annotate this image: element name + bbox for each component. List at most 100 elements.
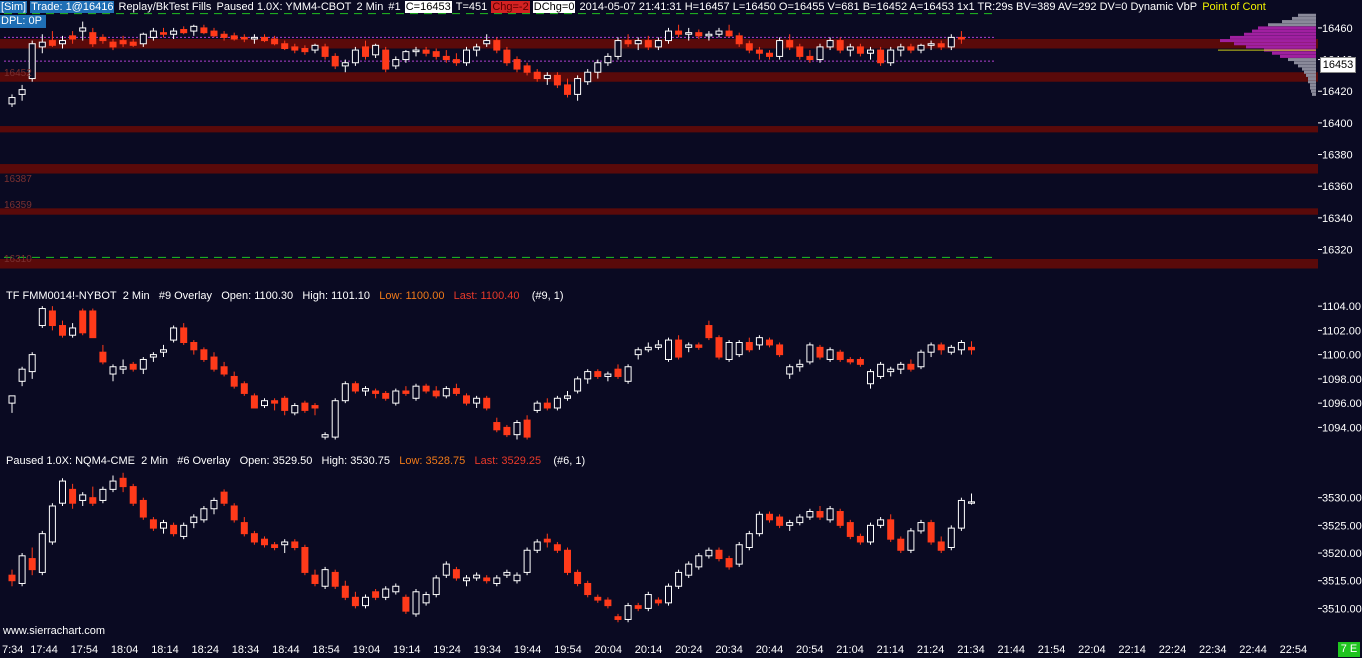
overlay-1-interval: 2 Min [122,290,150,302]
volume-profile-bar [1258,26,1316,30]
candle-body [341,62,349,67]
candle-body [432,51,440,57]
candle-body [887,368,895,373]
y-tick-label: 3515.00 [1322,576,1362,588]
candle-body [48,505,56,543]
x-tick-label: 18:34 [232,644,260,656]
candle-body [89,497,97,504]
candle-body [190,342,198,351]
x-tick-label: 21:54 [1038,644,1066,656]
candle-body [543,402,551,409]
candle-body [180,28,188,34]
candle-body [553,74,561,86]
candle-body [301,47,309,53]
candle-body [493,577,501,584]
candle-body [553,397,561,409]
volume-profile-bar [1312,92,1316,96]
volume-profile-bar [1298,64,1316,68]
candle-body [271,544,279,548]
x-tick-label: 20:34 [715,644,743,656]
candle-body [412,49,420,53]
candle-body [331,55,339,67]
sim-badge[interactable]: [Sim] [0,1,28,13]
overlay-1-open: Open: 1100.30 [221,290,294,302]
candle-body [856,535,864,543]
candle-body [564,395,571,399]
candle-body [594,62,602,73]
chart-canvas[interactable]: 1646016440164201640016380163601634016320… [0,0,1362,658]
volume-profile-bar [1244,32,1316,36]
candle-body [250,395,258,409]
overlay-2-tag: (#6, 1) [553,455,586,467]
candle-body [725,30,733,37]
candle-body [685,32,693,35]
volume-profile-bar [1268,23,1316,27]
x-tick-label: 22:14 [1118,644,1146,656]
candle-body [745,43,753,51]
candle-body [604,55,612,64]
candle-body [513,59,521,70]
volume-profile-bar [1246,45,1316,49]
candle-body [685,344,693,348]
candle-body [311,405,319,409]
candle-body [776,40,784,57]
candle-body [725,558,733,568]
candle-body [59,480,66,504]
candle-body [392,59,400,67]
candle-body [786,366,794,375]
overlay-2-high: High: 3530.75 [321,455,391,467]
candle-body [654,40,662,48]
candle-body [341,585,349,598]
overlay-1-title: TF FMM0014!-NYBOT 2 Min #9 Overlay Open:… [6,290,564,302]
candle-body [816,511,824,518]
candle-body [79,494,87,501]
candle-body [48,40,56,46]
candle-body [957,342,965,351]
candle-body [99,36,107,42]
candle-body [402,596,410,612]
candle-body [281,43,289,49]
candle-body [897,363,905,370]
candle-body [867,371,874,385]
candle-body [8,395,16,404]
candle-body [200,508,208,521]
x-tick-label: 22:54 [1280,644,1308,656]
candle-body [957,499,965,529]
y-tick-label: 1098.00 [1322,374,1362,386]
candle-body [170,327,178,341]
candle-body [867,524,874,543]
candle-body [766,52,773,57]
overlay-2-interval: 2 Min [141,455,169,467]
candle-body [473,397,481,404]
candle-body [180,327,188,344]
candle-body [715,337,723,358]
chart-window[interactable]: 1646016440164201640016380163601634016320… [0,0,1362,658]
candle-body [715,549,723,560]
candle-body [503,571,511,576]
candle-body [877,363,885,377]
candle-body [442,563,450,576]
bar-stats: 2014-05-07 21:41:31 H=16457 L=16450 O=16… [579,1,1198,13]
x-tick-label: 18:14 [151,644,179,656]
fill-mode: Replay/BkTest Fills [118,1,212,13]
candle-body [412,591,420,615]
y-tick-label: 1100.00 [1322,350,1361,362]
candle-body [644,40,652,48]
candle-body [291,405,299,414]
candle-body [917,351,925,368]
volume-profile-bar [1234,42,1316,46]
candle-body [200,27,208,34]
candle-body [18,368,26,382]
candle-body [301,402,309,411]
price-zone [0,259,1318,269]
candle-body [79,310,87,334]
candle-body [38,308,46,327]
candle-body [564,84,571,95]
candle-body [351,49,359,64]
candle-body [644,594,652,609]
candle-body [574,571,582,584]
status-badge[interactable]: 7 E [1338,642,1360,657]
x-tick-label: 19:34 [474,644,502,656]
chart-number: #1 [388,1,401,13]
candle-body [99,351,107,363]
